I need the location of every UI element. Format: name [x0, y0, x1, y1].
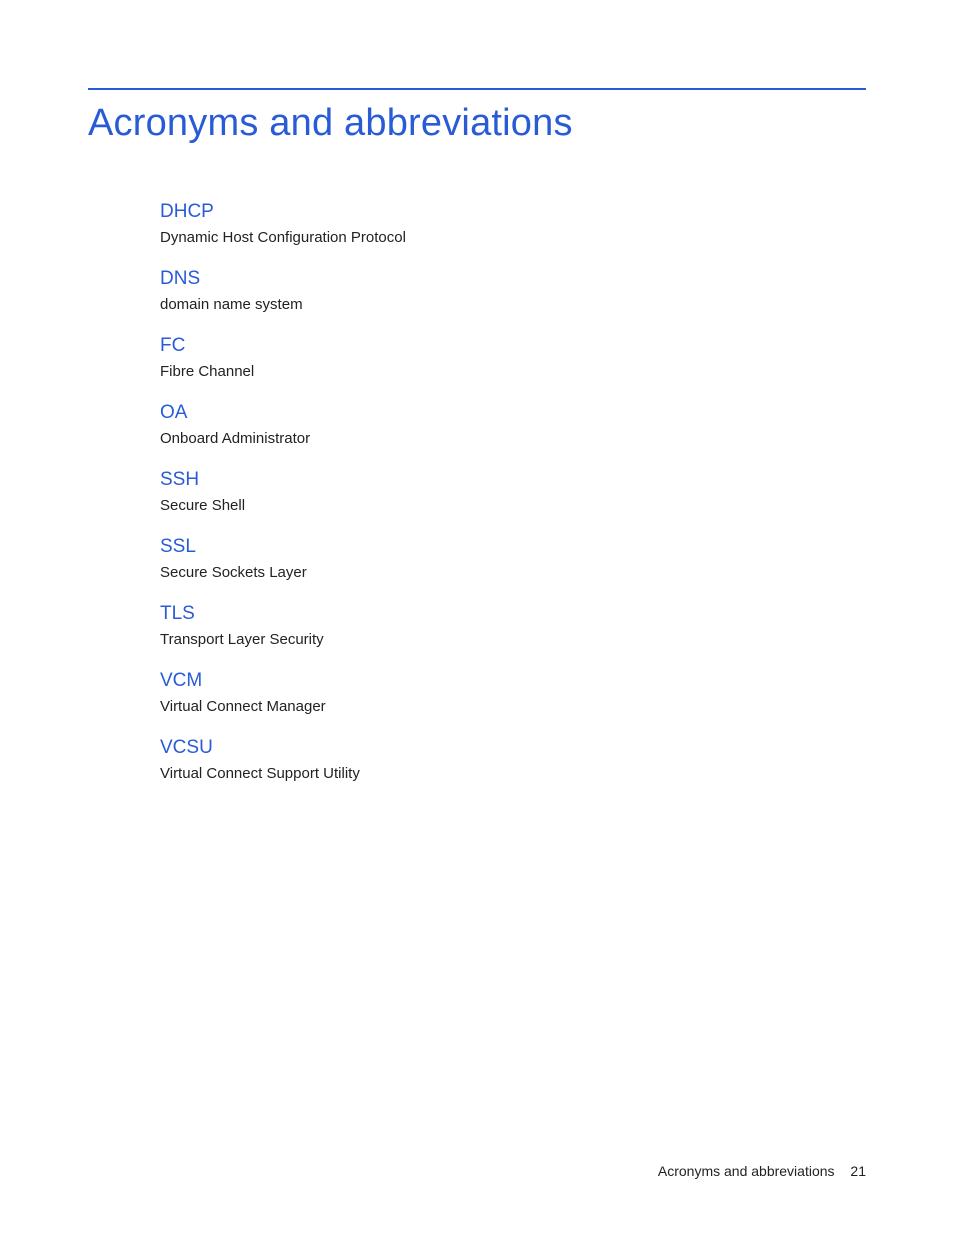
definition-description: Virtual Connect Manager [160, 698, 768, 715]
definition-entry: DNS domain name system [160, 268, 768, 313]
definition-term: FC [160, 335, 768, 357]
definition-list: DHCP Dynamic Host Configuration Protocol… [88, 201, 768, 782]
definition-description: Transport Layer Security [160, 631, 768, 648]
definition-term: OA [160, 402, 768, 424]
definition-entry: VCM Virtual Connect Manager [160, 670, 768, 715]
definition-entry: FC Fibre Channel [160, 335, 768, 380]
definition-entry: SSL Secure Sockets Layer [160, 536, 768, 581]
definition-term: TLS [160, 603, 768, 625]
page-title: Acronyms and abbreviations [88, 102, 866, 145]
definition-entry: SSH Secure Shell [160, 469, 768, 514]
definition-term: DNS [160, 268, 768, 290]
definition-term: DHCP [160, 201, 768, 223]
definition-term: SSH [160, 469, 768, 491]
definition-description: Secure Sockets Layer [160, 564, 768, 581]
document-page: Acronyms and abbreviations DHCP Dynamic … [0, 0, 954, 1235]
footer-section-label: Acronyms and abbreviations [658, 1163, 835, 1179]
page-footer: Acronyms and abbreviations 21 [658, 1163, 866, 1179]
definition-description: domain name system [160, 296, 768, 313]
definition-description: Fibre Channel [160, 363, 768, 380]
page-number: 21 [850, 1163, 866, 1179]
definition-term: SSL [160, 536, 768, 558]
definition-description: Dynamic Host Configuration Protocol [160, 229, 768, 246]
definition-entry: VCSU Virtual Connect Support Utility [160, 737, 768, 782]
definition-entry: OA Onboard Administrator [160, 402, 768, 447]
definition-description: Virtual Connect Support Utility [160, 765, 768, 782]
definition-description: Onboard Administrator [160, 430, 768, 447]
definition-term: VCSU [160, 737, 768, 759]
top-rule [88, 88, 866, 90]
definition-entry: TLS Transport Layer Security [160, 603, 768, 648]
definition-term: VCM [160, 670, 768, 692]
definition-description: Secure Shell [160, 497, 768, 514]
definition-entry: DHCP Dynamic Host Configuration Protocol [160, 201, 768, 246]
